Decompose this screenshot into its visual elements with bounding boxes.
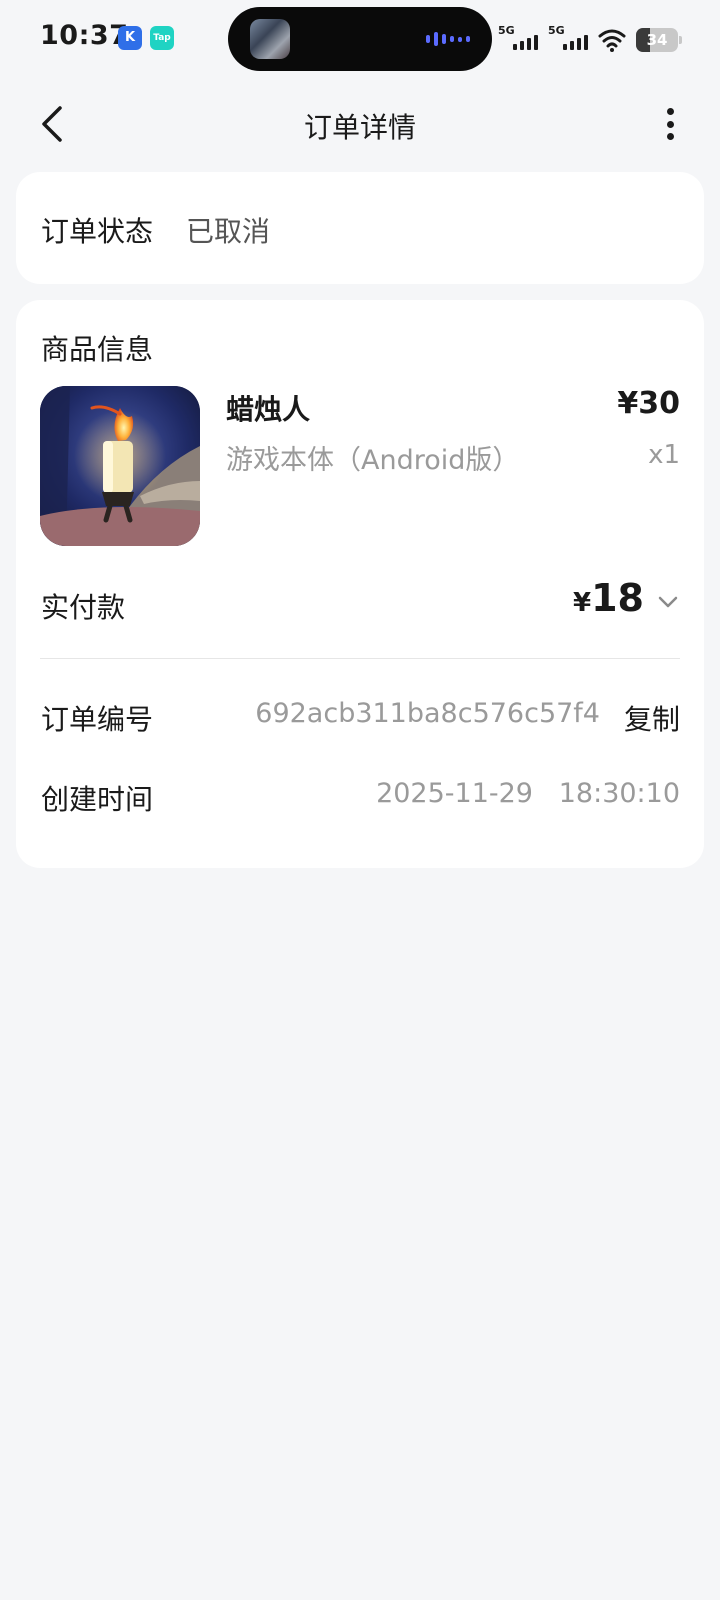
product-variant: 游戏本体（Android版）: [226, 445, 520, 476]
page-title: 订单详情: [303, 111, 416, 144]
status-time: 10:37: [40, 20, 129, 51]
order-number-label: 订单编号: [41, 703, 154, 736]
product-quantity: x1: [648, 440, 680, 470]
dynamic-island[interactable]: [228, 7, 492, 71]
navigation-bar: 订单详情: [0, 88, 720, 160]
status-indicators: 5G 5G 34: [498, 22, 682, 52]
product-info-card: 商品信息 蜡烛人 ¥30 游戏本体（Android版） x1 实付款 ¥18 订…: [16, 300, 704, 868]
paid-amount-label: 实付款: [41, 591, 126, 624]
audio-wave-icon: [426, 31, 470, 47]
product-image[interactable]: [40, 386, 200, 546]
battery-icon: 34: [636, 28, 682, 52]
order-status-card: 订单状态 已取消: [16, 172, 704, 284]
paid-value: 18: [591, 576, 644, 620]
wifi-icon: [598, 29, 626, 52]
signal-5g-icon: 5G: [548, 24, 588, 52]
taptap-icon: Tap: [150, 26, 174, 50]
created-time-label: 创建时间: [41, 783, 154, 816]
paid-amount[interactable]: ¥18: [573, 576, 644, 620]
section-title: 商品信息: [41, 333, 154, 366]
media-thumbnail: [250, 19, 290, 59]
order-status-value: 已取消: [186, 215, 271, 248]
paid-currency: ¥: [573, 588, 592, 618]
chevron-down-icon[interactable]: [656, 590, 680, 614]
copy-button[interactable]: 复制: [624, 698, 680, 738]
product-price: ¥30: [617, 386, 680, 421]
signal-5g-icon: 5G: [498, 24, 538, 52]
order-number-value: 692acb311ba8c576c57f4: [255, 698, 600, 729]
divider: [40, 658, 680, 659]
order-status-label: 订单状态: [41, 215, 154, 248]
created-time-value: 2025-11-29 18:30:10: [376, 778, 680, 809]
product-name[interactable]: 蜡烛人: [226, 388, 310, 428]
status-bar: 10:37 K Tap 5G 5G 34: [0, 0, 720, 78]
k-app-icon: K: [118, 26, 142, 50]
more-vertical-icon[interactable]: [664, 108, 676, 140]
